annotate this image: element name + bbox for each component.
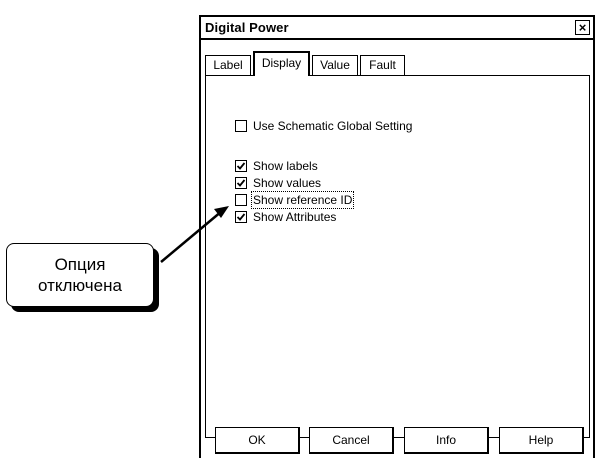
callout-line-2: отключена [38,276,122,295]
callout-line-1: Опция [54,255,106,274]
tab-display[interactable]: Display [253,51,310,76]
callout-box: Опция отключена [6,243,154,307]
annotation-callout: Опция отключена [6,243,161,315]
